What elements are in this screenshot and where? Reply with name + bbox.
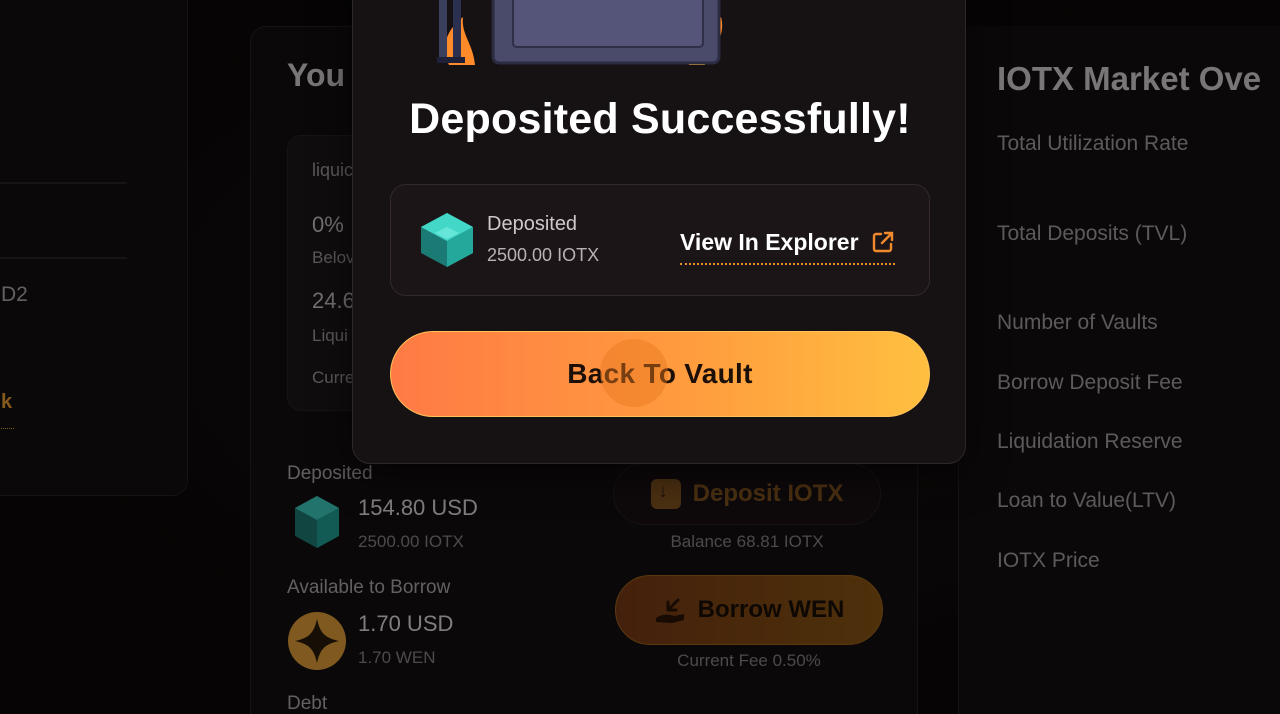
deposited-label: Deposited [487,213,578,235]
explorer-link-label: View In Explorer [680,228,859,255]
click-indicator [600,339,668,407]
deposit-success-modal: Deposited Successfully! Deposited 2500.0… [352,0,966,464]
deposit-info-card: Deposited 2500.00 IOTX View In Explorer [390,184,930,296]
iotx-logo-icon [421,213,473,267]
view-in-explorer-link[interactable]: View In Explorer [680,225,895,265]
vault-illustration [437,0,723,65]
modal-title: Deposited Successfully! [409,95,911,143]
deposited-amount: 2500.00 IOTX [487,245,600,265]
external-link-icon [872,231,893,253]
